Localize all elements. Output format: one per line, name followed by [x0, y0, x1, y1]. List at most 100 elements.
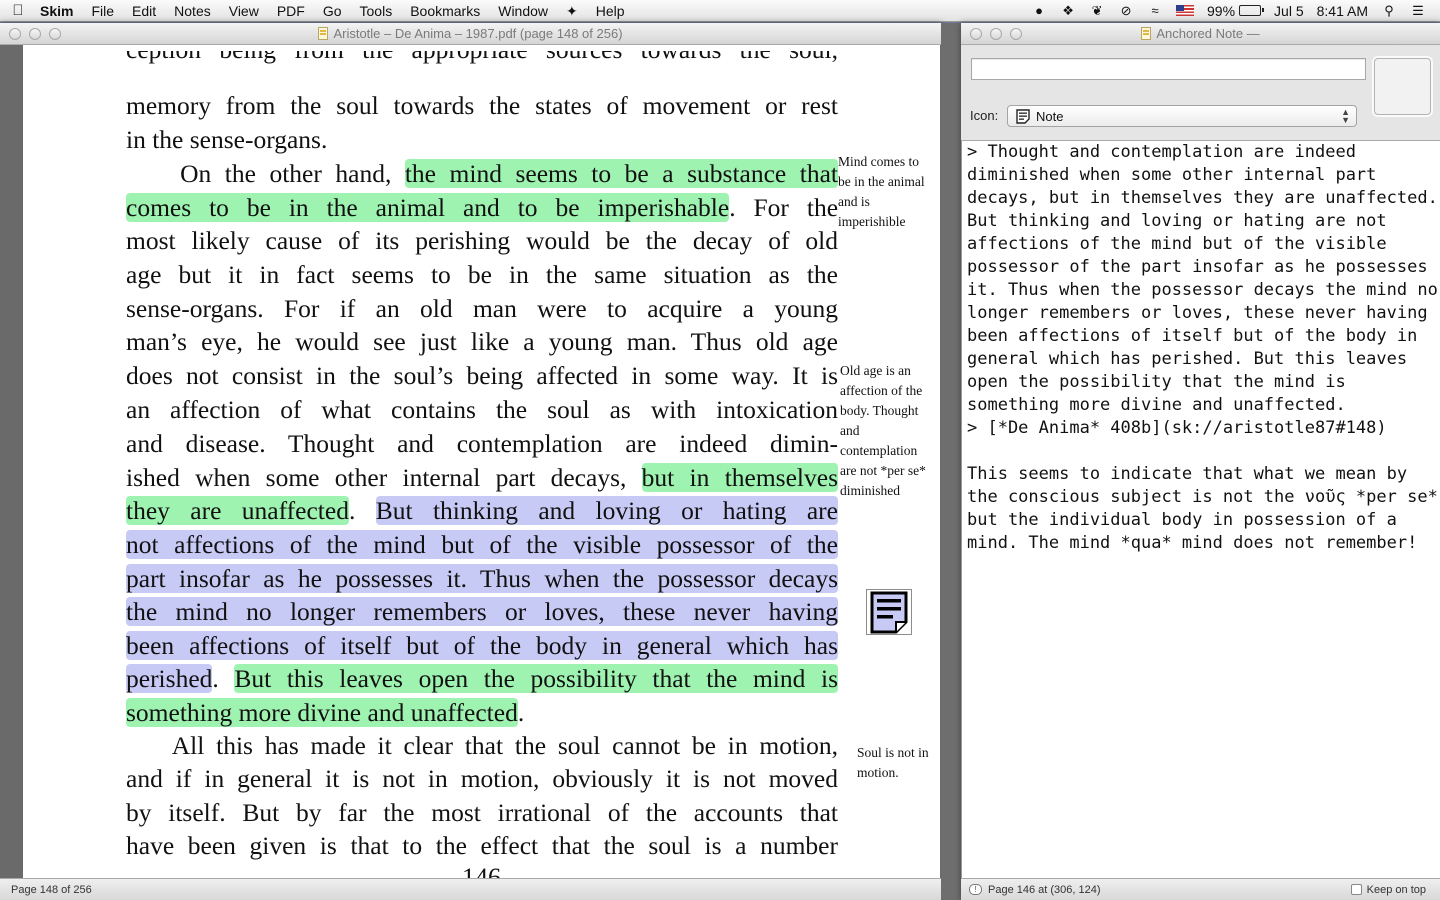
menu-notes[interactable]: Notes — [165, 0, 220, 22]
input-source-flag-icon[interactable] — [1176, 5, 1195, 16]
pdf-text-line[interactable]: an affection of what contains the soul a… — [126, 393, 838, 426]
menu-help[interactable]: Help — [587, 0, 634, 22]
zoom-button[interactable] — [49, 28, 61, 40]
pdf-text-line[interactable]: and if in general it is not in motion, o… — [126, 762, 838, 795]
zoom-button[interactable] — [1010, 28, 1022, 40]
evernote-icon[interactable]: ● — [1031, 3, 1047, 19]
margin-note[interactable]: Old age is an affection of the body. Tho… — [840, 361, 936, 501]
leaf-icon[interactable]: ❦ — [1089, 3, 1105, 19]
script-menu-icon[interactable]: ✦ — [557, 0, 587, 22]
menu-time[interactable]: 8:41 AM — [1317, 3, 1368, 19]
pdf-text-line[interactable]: All this has made it clear that the soul… — [126, 729, 838, 762]
pdf-view[interactable]: Mind comes to be in the animal and is im… — [0, 45, 941, 900]
menu-bar:  Skim File Edit Notes View PDF Go Tools… — [0, 0, 1440, 22]
pdf-text-line[interactable]: age but it in fact seems to be in the sa… — [126, 258, 838, 291]
margin-note[interactable]: Soul is not in motion. — [857, 743, 941, 783]
menu-app-skim[interactable]: Skim — [36, 0, 82, 22]
pdf-text-line[interactable]: sense-organs. For if an old man were to … — [126, 292, 838, 325]
pdf-text-line[interactable]: most likely cause of its perishing would… — [126, 224, 838, 257]
notification-center-icon[interactable]: ☰ — [1410, 3, 1426, 19]
pdf-text-line[interactable]: part insofar as he possesses it. Thus wh… — [126, 562, 838, 595]
note-title-input[interactable] — [971, 58, 1366, 80]
pdf-text-line[interactable]: have been given is that to the effect th… — [126, 829, 838, 862]
text-run: by itself. But by far the most irrationa… — [126, 798, 838, 827]
menu-date[interactable]: Jul 5 — [1274, 3, 1304, 19]
wifi-icon[interactable]: ≈ — [1147, 3, 1163, 19]
menu-view[interactable]: View — [220, 0, 268, 22]
menu-bookmarks[interactable]: Bookmarks — [401, 0, 489, 22]
highlight-green[interactable]: comes to be in the animal and to be impe… — [126, 193, 730, 222]
highlight-blue[interactable]: But thinking and loving or hating are — [375, 496, 838, 525]
menu-edit[interactable]: Edit — [123, 0, 165, 22]
note-icon — [1016, 108, 1030, 124]
pdf-text-line[interactable]: by itself. But by far the most irrationa… — [126, 796, 838, 829]
text-run: have been given is that to the effect th… — [126, 831, 838, 860]
battery-percent: 99% — [1207, 2, 1236, 19]
icon-select[interactable]: Note ▲ ▼ — [1007, 105, 1357, 127]
pdf-text-line[interactable]: and disease. Thought and contemplation a… — [126, 427, 838, 460]
pdf-text-line[interactable]: man’s eye, he would see just like a youn… — [126, 325, 838, 358]
pdf-text-line[interactable]: perished. But this leaves open the possi… — [126, 662, 838, 695]
pdf-page[interactable]: Mind comes to be in the animal and is im… — [23, 45, 940, 900]
note-text-area[interactable]: > Thought and contemplation are indeed d… — [961, 141, 1440, 878]
close-button[interactable] — [970, 28, 982, 40]
pdf-window-titlebar[interactable]: Aristotle – De Anima – 1987.pdf (page 14… — [0, 23, 941, 45]
pdf-text-line[interactable]: ception being from the appropriate sourc… — [126, 51, 838, 66]
highlight-green[interactable]: But this leaves open the possibility tha… — [234, 664, 838, 693]
keep-on-top-checkbox[interactable]: Keep on top — [1350, 883, 1426, 896]
anchored-note-icon[interactable] — [866, 589, 912, 635]
pdf-text-line[interactable]: not affections of the mind but of the vi… — [126, 528, 838, 561]
pdf-text-line[interactable]: in the sense-organs. — [126, 123, 838, 156]
note-status-bar: ! Page 146 at (306, 124) Keep on top — [961, 878, 1440, 900]
text-run: most likely cause of its perishing would… — [126, 226, 838, 255]
icon-label: Icon: — [970, 108, 999, 123]
pdf-text-line[interactable]: they are unaffected. But thinking and lo… — [126, 494, 838, 527]
highlight-green[interactable]: but in themselves — [641, 463, 838, 492]
pdf-status-bar: Page 148 of 256 — [0, 878, 941, 900]
document-proxy-icon[interactable] — [318, 27, 329, 40]
dropbox-icon[interactable]: ❖ — [1060, 3, 1076, 19]
anchored-note-window: Anchored Note — Icon: Note ▲ ▼ > Thought … — [961, 23, 1440, 900]
note-window-titlebar[interactable]: Anchored Note — — [961, 23, 1440, 45]
apple-menu-icon[interactable]:  — [0, 2, 36, 19]
pdf-text-line[interactable]: comes to be in the animal and to be impe… — [126, 191, 838, 224]
color-well[interactable] — [1374, 58, 1431, 115]
pdf-text-line[interactable]: ished when some other internal part deca… — [126, 461, 838, 494]
highlight-blue[interactable]: perished — [126, 664, 213, 693]
note-window-title: Anchored Note — — [1156, 26, 1260, 41]
note-location: Page 146 at (306, 124) — [988, 883, 1101, 896]
highlight-green[interactable]: the mind seems to be a substance that — [404, 159, 838, 188]
highlight-green[interactable]: something more divine and unaffected — [126, 698, 518, 727]
close-button[interactable] — [9, 28, 21, 40]
page-indicator[interactable]: Page 148 of 256 — [11, 884, 92, 896]
spotlight-search-icon[interactable]: ⚲ — [1381, 3, 1397, 19]
time-machine-icon[interactable]: ⊘ — [1118, 3, 1134, 19]
highlight-blue[interactable]: the mind no longer remembers or loves, t… — [126, 597, 838, 626]
minimize-button[interactable] — [990, 28, 1002, 40]
text-run: in the sense-organs. — [126, 125, 328, 154]
battery-status[interactable]: 99% — [1207, 2, 1265, 19]
menu-window[interactable]: Window — [489, 0, 557, 22]
pdf-text-line[interactable]: something more divine and unaffected. — [126, 696, 838, 729]
pdf-text-line[interactable]: On the other hand, the mind seems to be … — [126, 157, 838, 190]
minimize-button[interactable] — [29, 28, 41, 40]
menu-tools[interactable]: Tools — [351, 0, 402, 22]
highlight-blue[interactable]: part insofar as he possesses it. Thus wh… — [126, 564, 838, 593]
text-run: and disease. Thought and contemplation a… — [126, 429, 838, 458]
highlight-blue[interactable]: not affections of the mind but of the vi… — [126, 530, 838, 559]
menu-go[interactable]: Go — [314, 0, 351, 22]
pdf-text-line[interactable]: memory from the soul towards the states … — [126, 89, 838, 122]
keep-on-top-label: Keep on top — [1366, 883, 1426, 896]
pdf-text-line[interactable]: the mind no longer remembers or loves, t… — [126, 595, 838, 628]
highlight-blue[interactable]: been affections of itself but of the bod… — [126, 631, 838, 660]
text-run: and if in general it is not in motion, o… — [126, 764, 838, 793]
menu-pdf[interactable]: PDF — [268, 0, 314, 22]
pdf-text-line[interactable]: been affections of itself but of the bod… — [126, 629, 838, 662]
note-properties-panel: Icon: Note ▲ ▼ — [961, 45, 1440, 141]
checkbox-box[interactable] — [1350, 884, 1362, 895]
menu-file[interactable]: File — [82, 0, 123, 22]
margin-note[interactable]: Mind comes to be in the animal and is im… — [838, 152, 934, 232]
highlight-green[interactable]: they are unaffected — [126, 496, 349, 525]
text-run: sense-organs. For if an old man were to … — [126, 294, 838, 323]
pdf-text-line[interactable]: does not consist in the soul’s being aff… — [126, 359, 838, 392]
